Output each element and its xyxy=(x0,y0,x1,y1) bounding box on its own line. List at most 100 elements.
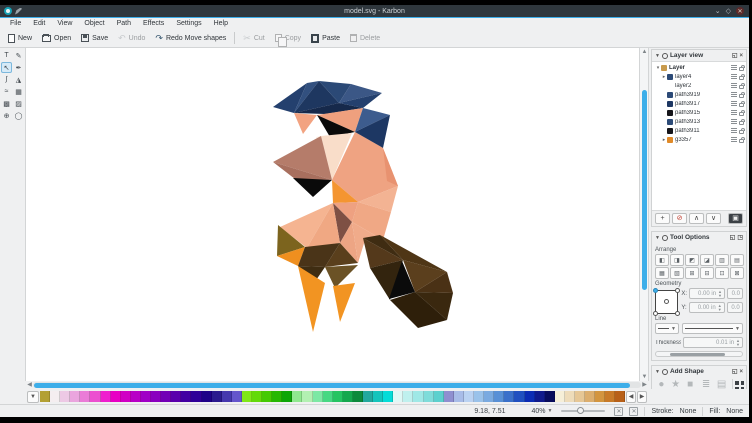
layer-lock-icon[interactable] xyxy=(739,85,744,89)
color-swatch-26[interactable] xyxy=(292,391,302,402)
color-swatch-15[interactable] xyxy=(181,391,191,402)
line-cap-select[interactable]: ▼ xyxy=(655,323,679,334)
artwork-polygon-36[interactable] xyxy=(298,266,325,332)
brush-tool[interactable]: ▩ xyxy=(1,98,12,109)
color-swatch-14[interactable] xyxy=(171,391,181,402)
gradient-tool[interactable]: ◮ xyxy=(13,74,24,85)
menu-edit[interactable]: Edit xyxy=(27,20,51,27)
menu-view[interactable]: View xyxy=(51,20,78,27)
zoom-slider-knob[interactable] xyxy=(577,407,584,414)
color-swatch-13[interactable] xyxy=(161,391,171,402)
layer-tree-item[interactable]: ▸g3357 xyxy=(652,135,746,144)
color-swatch-32[interactable] xyxy=(353,391,363,402)
color-swatch-4[interactable] xyxy=(70,391,80,402)
horizontal-scrollbar[interactable]: ◀ ▶ xyxy=(26,381,648,389)
color-swatch-55[interactable] xyxy=(585,391,595,402)
path-edit-tool[interactable]: ≈ xyxy=(1,86,12,97)
color-swatch-57[interactable] xyxy=(605,391,615,402)
color-swatch-12[interactable] xyxy=(151,391,161,402)
anchor-point-selector[interactable] xyxy=(655,290,678,314)
color-swatch-27[interactable] xyxy=(302,391,312,402)
color-swatch-11[interactable] xyxy=(141,391,151,402)
color-swatch-58[interactable] xyxy=(615,391,625,402)
color-swatch-20[interactable] xyxy=(232,391,242,402)
color-swatch-53[interactable] xyxy=(565,391,575,402)
palette-dropdown-button[interactable]: ▼ xyxy=(27,391,39,403)
color-swatch-38[interactable] xyxy=(413,391,423,402)
layer-lock-icon[interactable] xyxy=(739,67,744,71)
dock-panel-icon[interactable]: ◳ xyxy=(737,235,743,241)
arrange-button-10[interactable]: ⊟ xyxy=(700,267,714,279)
color-swatch-39[interactable] xyxy=(424,391,434,402)
color-swatch-52[interactable] xyxy=(555,391,565,402)
menu-help[interactable]: Help xyxy=(208,20,234,27)
color-swatch-34[interactable] xyxy=(373,391,383,402)
layer-properties-icon[interactable] xyxy=(731,110,737,115)
line-style-select[interactable]: ▼ xyxy=(682,323,743,334)
scroll-up-icon[interactable]: ▲ xyxy=(640,48,649,56)
page-mode-icon[interactable]: ✕ xyxy=(614,407,623,416)
layer-lock-icon[interactable] xyxy=(739,94,744,98)
color-swatch-1[interactable] xyxy=(40,391,50,402)
selection-tool[interactable]: ↖ xyxy=(1,62,12,73)
scroll-left-icon[interactable]: ◀ xyxy=(26,381,33,389)
text-tool[interactable]: T xyxy=(1,50,12,61)
arrange-button-5[interactable]: ▥ xyxy=(715,254,729,266)
layer-properties-icon[interactable] xyxy=(731,137,737,142)
lowpoly-artwork[interactable] xyxy=(255,70,470,360)
palette-scroll-right-button[interactable]: ▶ xyxy=(637,391,647,403)
float-panel-icon[interactable]: ◱ xyxy=(730,235,736,241)
arrange-button-8[interactable]: ▧ xyxy=(670,267,684,279)
menu-object[interactable]: Object xyxy=(78,20,110,27)
menu-settings[interactable]: Settings xyxy=(170,20,207,27)
zoom-select[interactable]: 40%▼ xyxy=(531,408,552,415)
layer-tree-item[interactable]: path3911 xyxy=(652,126,746,135)
width-input[interactable]: 0.0 xyxy=(727,288,743,299)
color-swatch-37[interactable] xyxy=(403,391,413,402)
color-swatch-35[interactable] xyxy=(383,391,393,402)
color-swatch-36[interactable] xyxy=(393,391,403,402)
color-swatch-21[interactable] xyxy=(242,391,252,402)
color-swatch-22[interactable] xyxy=(252,391,262,402)
color-swatch-47[interactable] xyxy=(504,391,514,402)
color-swatch-30[interactable] xyxy=(333,391,343,402)
scroll-down-icon[interactable]: ▼ xyxy=(640,373,649,381)
collapse-arrow-icon[interactable]: ▼ xyxy=(655,53,660,59)
color-swatch-3[interactable] xyxy=(60,391,70,402)
raise-layer-button[interactable]: ∧ xyxy=(689,213,704,224)
color-swatch-10[interactable] xyxy=(131,391,141,402)
layer-lock-icon[interactable] xyxy=(739,130,744,134)
maximize-button[interactable]: ◇ xyxy=(726,8,731,15)
layer-properties-icon[interactable] xyxy=(731,119,737,124)
arrange-button-4[interactable]: ◪ xyxy=(700,254,714,266)
color-swatch-2[interactable] xyxy=(50,391,60,402)
collapse-arrow-icon[interactable]: ▼ xyxy=(655,235,660,241)
close-panel-icon[interactable]: × xyxy=(739,369,743,375)
float-panel-icon[interactable]: ◱ xyxy=(732,53,738,59)
fill-tool[interactable]: ▨ xyxy=(13,98,24,109)
layer-lock-icon[interactable] xyxy=(739,76,744,80)
layer-lock-icon[interactable] xyxy=(739,139,744,143)
add-layer-button[interactable]: + xyxy=(655,213,670,224)
layer-menu-button[interactable]: ▣ xyxy=(728,213,743,224)
color-swatch-50[interactable] xyxy=(535,391,545,402)
freehand-path-tool[interactable]: ✎ xyxy=(13,50,24,61)
color-swatch-8[interactable] xyxy=(111,391,121,402)
layer-properties-icon[interactable] xyxy=(731,128,737,133)
tool-options-scrollbar[interactable] xyxy=(655,351,743,357)
pen-tool[interactable]: ✒ xyxy=(13,62,24,73)
color-swatch-33[interactable] xyxy=(363,391,373,402)
color-swatch-42[interactable] xyxy=(454,391,464,402)
open-button[interactable]: Open xyxy=(37,33,76,44)
color-swatch-9[interactable] xyxy=(121,391,131,402)
document-canvas[interactable] xyxy=(26,48,639,381)
color-swatch-48[interactable] xyxy=(514,391,524,402)
layer-properties-icon[interactable] xyxy=(731,101,737,106)
zoom-tool[interactable]: ⊕ xyxy=(1,110,12,121)
layer-lock-icon[interactable] xyxy=(739,121,744,125)
calligraphy-tool[interactable]: ∫ xyxy=(1,74,12,85)
color-swatch-40[interactable] xyxy=(434,391,444,402)
vertical-scroll-thumb[interactable] xyxy=(642,90,647,290)
pan-tool[interactable]: ◯ xyxy=(13,110,24,121)
collapse-arrow-icon[interactable]: ▼ xyxy=(655,369,660,375)
